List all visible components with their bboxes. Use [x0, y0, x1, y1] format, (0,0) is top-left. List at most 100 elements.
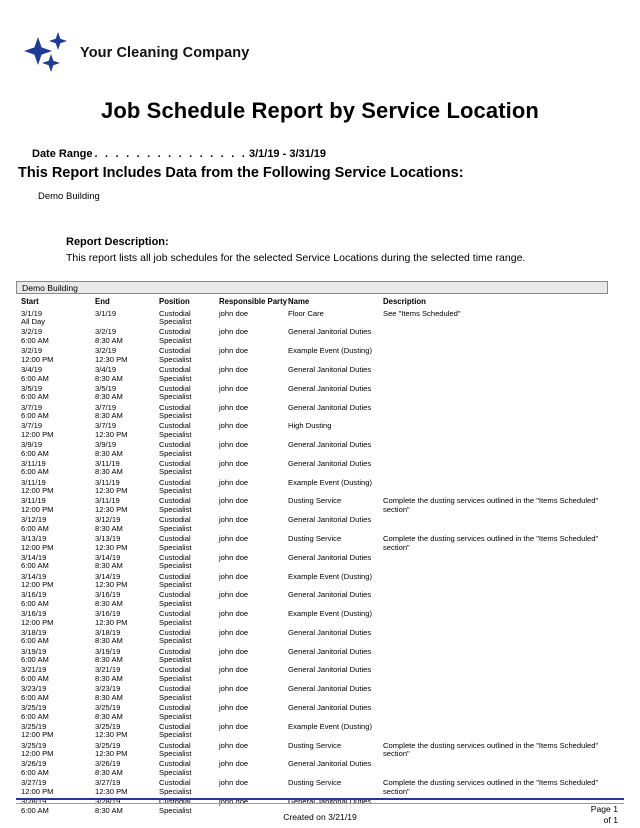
cell-start: 3/7/19 12:00 PM	[21, 421, 54, 439]
cell-description	[383, 402, 608, 421]
brand-header: Your Cleaning Company	[22, 30, 249, 76]
table-row[interactable]: 3/11/19 12:00 PM 3/11/19 12:30 PM Custodial S…	[16, 477, 608, 496]
cell-responsible: john doe	[219, 571, 249, 581]
table-header-row: Start End Position Responsible Party Nam…	[16, 294, 608, 308]
cell-description	[383, 515, 608, 534]
cell-start: 3/21/19 6:00 AM	[21, 665, 49, 684]
cell-position: Custodial Specialist	[159, 364, 192, 383]
cell-description	[383, 364, 608, 383]
cell-responsible: john doe	[219, 364, 249, 374]
cell-name: General Janitorial Duties	[288, 515, 372, 525]
cell-position: Custodial Specialist	[159, 533, 192, 552]
cell-start: 3/25/19 6:00 AM	[21, 703, 49, 721]
cell-description: Complete the dusting services outlined i…	[383, 740, 599, 759]
locations-heading: This Report Includes Data from the Follo…	[18, 165, 464, 181]
table-row[interactable]: 3/14/19 12:00 PM 3/14/19 12:30 PM Custodial S…	[16, 571, 608, 590]
cell-position: Custodial Specialist	[159, 590, 192, 608]
cell-position: Custodial Specialist	[159, 778, 192, 796]
cell-description	[383, 571, 608, 590]
cell-start: 3/2/19 12:00 PM	[21, 346, 54, 364]
table-row[interactable]: 3/7/19 12:00 PM 3/7/19 12:30 PM Custodial Spe…	[16, 421, 608, 440]
table-row[interactable]: 3/11/19 6:00 AM 3/11/19 8:30 AM Custodial Spe…	[16, 458, 608, 477]
cell-end: 3/11/19 12:30 PM	[95, 477, 128, 496]
cell-position: Custodial Specialist	[159, 458, 192, 477]
table-row[interactable]: 3/26/19 6:00 AM 3/26/19 8:30 AM Custodial Spe…	[16, 759, 608, 778]
cell-end: 3/27/19 12:30 PM	[95, 778, 128, 796]
company-name: Your Cleaning Company	[80, 45, 250, 61]
cell-end: 3/1/19	[95, 308, 117, 318]
table-row[interactable]: 3/23/19 6:00 AM 3/23/19 8:30 AM Custodial Spe…	[16, 684, 608, 703]
cell-end: 3/13/19 12:30 PM	[95, 533, 128, 552]
cell-responsible: john doe	[219, 721, 249, 731]
cell-responsible: john doe	[219, 346, 249, 356]
cell-position: Custodial Specialist	[159, 477, 192, 496]
cell-end: 3/25/19 12:30 PM	[95, 740, 128, 759]
description-body: This report lists all job schedules for …	[66, 252, 526, 264]
table-row[interactable]: 3/13/19 12:00 PM 3/13/19 12:30 PM Custodial S…	[16, 533, 608, 552]
table-row[interactable]: 3/25/19 12:00 PM 3/25/19 12:30 PM Custodial S…	[16, 721, 608, 740]
cell-start: 3/19/19 6:00 AM	[21, 646, 49, 665]
cell-description	[383, 327, 608, 346]
table-row[interactable]: 3/14/19 6:00 AM 3/14/19 8:30 AM Custodial Spe…	[16, 552, 608, 571]
table-row[interactable]: 3/1/19 All Day 3/1/19 Custodial Specialist j…	[16, 308, 608, 327]
column-header-start: Start	[21, 297, 39, 306]
date-range-label: Date Range	[32, 148, 93, 160]
cell-start: 3/18/19 6:00 AM	[21, 627, 49, 646]
cell-name: Dusting Service	[288, 533, 342, 543]
cell-name: High Dusting	[288, 421, 332, 431]
cell-position: Custodial Specialist	[159, 440, 192, 458]
cell-name: General Janitorial Duties	[288, 383, 372, 393]
cell-description	[383, 646, 608, 665]
cell-name: General Janitorial Duties	[288, 759, 372, 769]
cell-responsible: john doe	[219, 458, 249, 468]
table-row[interactable]: 3/12/19 6:00 AM 3/12/19 8:30 AM Custodial Spe…	[16, 515, 608, 534]
cell-position: Custodial Specialist	[159, 740, 192, 759]
cell-description	[383, 383, 608, 402]
table-row[interactable]: 3/18/19 6:00 AM 3/18/19 8:30 AM Custodial Spe…	[16, 627, 608, 646]
cell-name: Example Event (Dusting)	[288, 346, 372, 356]
cell-start: 3/11/19 12:00 PM	[21, 477, 54, 496]
cell-end: 3/21/19 8:30 AM	[95, 665, 123, 684]
cell-end: 3/23/19 8:30 AM	[95, 684, 123, 702]
cell-end: 3/25/19 8:30 AM	[95, 703, 123, 721]
cell-responsible: john doe	[219, 421, 249, 431]
service-location-item: Demo Building	[38, 191, 100, 202]
table-row[interactable]: 3/25/19 12:00 PM 3/25/19 12:30 PM Custodial S…	[16, 740, 608, 759]
table-row[interactable]: 3/21/19 6:00 AM 3/21/19 8:30 AM Custodial Spe…	[16, 665, 608, 684]
table-row[interactable]: 3/25/19 6:00 AM 3/25/19 8:30 AM Custodial Spe…	[16, 702, 608, 721]
table-row[interactable]: 3/19/19 6:00 AM 3/19/19 8:30 AM Custodial Spe…	[16, 646, 608, 665]
table-row[interactable]: 3/9/19 6:00 AM 3/9/19 8:30 AM Custodial Speci…	[16, 439, 608, 458]
table-row[interactable]: 3/4/19 6:00 AM 3/4/19 8:30 AM Custodial Speci…	[16, 364, 608, 383]
table-row[interactable]: 3/7/19 6:00 AM 3/7/19 8:30 AM Custodial Speci…	[16, 402, 608, 421]
cell-position: Custodial Specialist	[159, 496, 192, 514]
cell-end: 3/26/19 8:30 AM	[95, 759, 123, 777]
column-header-responsible: Responsible Party	[219, 297, 288, 306]
cell-description: Complete the dusting services outlined i…	[383, 778, 599, 796]
footer-rule-blue	[16, 798, 624, 800]
table-row[interactable]: 3/16/19 12:00 PM 3/16/19 12:30 PM Custodial S…	[16, 609, 608, 628]
cell-responsible: john doe	[219, 778, 249, 788]
cell-description: See "Items Scheduled"	[383, 308, 461, 318]
column-header-position: Position	[159, 297, 190, 306]
cell-responsible: john doe	[219, 665, 249, 675]
table-row[interactable]: 3/16/19 6:00 AM 3/16/19 8:30 AM Custodial Spe…	[16, 590, 608, 609]
table-row[interactable]: 3/2/19 6:00 AM 3/2/19 8:30 AM Custodial Speci…	[16, 327, 608, 346]
cell-name: Floor Care	[288, 308, 324, 318]
cell-start: 3/23/19 6:00 AM	[21, 684, 49, 702]
footer-page-number: Page 1 of 1	[591, 804, 618, 826]
table-row[interactable]: 3/2/19 12:00 PM 3/2/19 12:30 PM Custodial Spe…	[16, 346, 608, 365]
cell-description	[383, 721, 608, 740]
cell-responsible: john doe	[219, 759, 249, 769]
cell-description	[383, 702, 608, 721]
cell-description: Complete the dusting services outlined i…	[383, 533, 599, 552]
schedule-table-body: 3/1/19 All Day 3/1/19 Custodial Specialist j…	[16, 308, 608, 815]
table-row[interactable]: 3/5/19 6:00 AM 3/5/19 8:30 AM Custodial Speci…	[16, 383, 608, 402]
table-row[interactable]: 3/27/19 12:00 PM 3/27/19 12:30 PM Custodial S…	[16, 778, 608, 797]
cell-end: 3/14/19 8:30 AM	[95, 552, 123, 571]
cell-description: Complete the dusting services outlined i…	[383, 496, 599, 514]
table-row[interactable]: 3/11/19 12:00 PM 3/11/19 12:30 PM Custodial S…	[16, 496, 608, 515]
date-range-dots: . . . . . . . . . . . . . . .	[94, 148, 247, 160]
cell-position: Custodial Specialist	[159, 703, 192, 721]
footer-rule-thin	[16, 803, 624, 804]
date-range-value: 3/1/19 - 3/31/19	[248, 148, 327, 160]
